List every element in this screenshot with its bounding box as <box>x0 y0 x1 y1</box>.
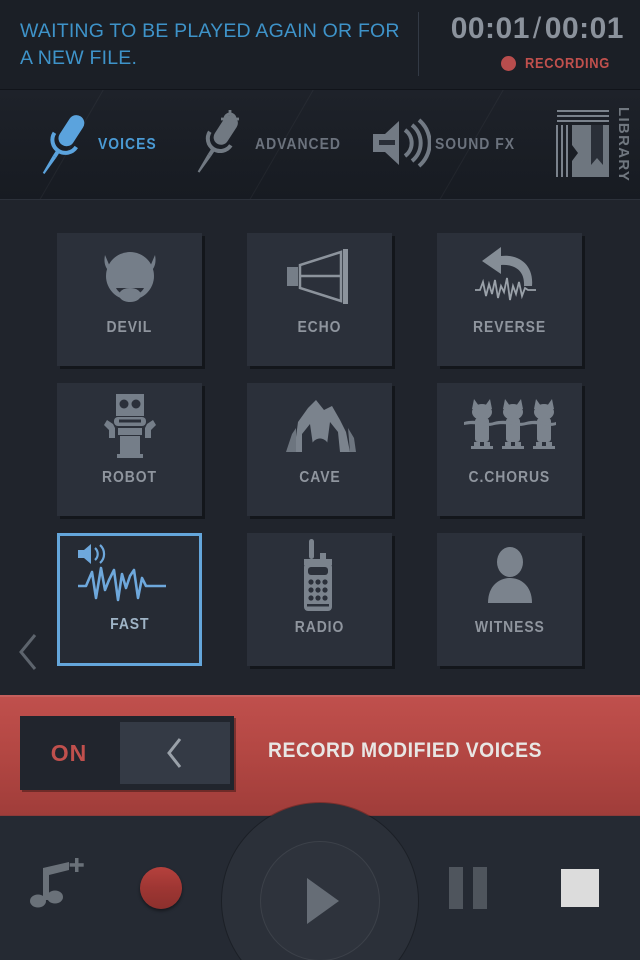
book-bookmark-icon <box>553 103 613 188</box>
toggle-knob[interactable] <box>120 722 230 784</box>
record-circle-icon <box>140 867 182 909</box>
tile-cchorus[interactable]: C.CHORUS <box>437 383 582 516</box>
music-note-plus-icon <box>25 856 87 921</box>
tile-radio-label: RADIO <box>294 619 345 636</box>
timer-current: 00:01 <box>450 12 530 45</box>
tile-robot[interactable]: ROBOT <box>57 383 202 516</box>
chevron-left-icon[interactable] <box>14 630 44 674</box>
status-bar: WAITING TO BE PLAYED AGAIN OR FOR A NEW … <box>0 0 640 90</box>
play-triangle-icon <box>307 878 339 924</box>
stop-button[interactable] <box>540 848 620 928</box>
voice-changer-app: WAITING TO BE PLAYED AGAIN OR FOR A NEW … <box>0 0 640 960</box>
tile-fast-label: FAST <box>109 616 150 633</box>
megaphone-icon <box>247 233 392 319</box>
tab-voices[interactable]: VOICES <box>0 90 163 199</box>
tile-devil-label: DEVIL <box>106 319 153 336</box>
nav-bar: VOICES ADVANCED SOUND FX LIBRARY <box>0 90 640 200</box>
tile-echo[interactable]: ECHO <box>247 233 392 366</box>
tab-advanced-label: ADVANCED <box>255 136 342 153</box>
tile-cave[interactable]: CAVE <box>247 383 392 516</box>
robot-icon <box>57 383 202 469</box>
tile-row: DEVIL ECHO REVERSE <box>57 233 584 366</box>
record-dot-icon <box>501 56 517 71</box>
record-modified-toggle[interactable]: ON <box>20 716 234 790</box>
tile-witness-label: WITNESS <box>474 619 545 636</box>
devil-face-icon <box>57 233 202 319</box>
recording-label: RECORDING <box>525 55 611 72</box>
tab-voices-label: VOICES <box>98 136 157 153</box>
tile-devil[interactable]: DEVIL <box>57 233 202 366</box>
tile-witness[interactable]: WITNESS <box>437 533 582 666</box>
record-modified-title: RECORD MODIFIED VOICES <box>268 739 543 762</box>
stop-square-icon <box>561 869 599 907</box>
tile-reverse-label: REVERSE <box>473 319 546 336</box>
add-music-button[interactable] <box>16 848 96 928</box>
tab-soundfx[interactable]: SOUND FX <box>351 90 524 199</box>
tab-soundfx-label: SOUND FX <box>434 136 515 153</box>
tab-advanced[interactable]: ADVANCED <box>163 90 351 199</box>
tile-cchorus-label: C.CHORUS <box>468 469 551 486</box>
tile-row: FAST RADIO WITNESS <box>57 533 584 666</box>
microphone-gear-icon <box>185 102 251 189</box>
effects-grid-area: DEVIL ECHO REVERSE ROBOT CAVE C.CHORUS F… <box>0 200 640 695</box>
tile-echo-label: ECHO <box>297 319 342 336</box>
effects-tile-grid: DEVIL ECHO REVERSE ROBOT CAVE C.CHORUS F… <box>57 233 584 683</box>
timer-total: 00:01 <box>544 12 624 45</box>
toggle-state-label: ON <box>50 739 88 766</box>
chevron-left-icon <box>167 738 182 768</box>
tab-library-label: LIBRARY <box>615 107 632 183</box>
transport-bar <box>0 803 640 960</box>
person-silhouette-icon <box>437 533 582 619</box>
tile-radio[interactable]: RADIO <box>247 533 392 666</box>
tile-cave-label: CAVE <box>298 469 341 486</box>
status-divider <box>418 12 419 76</box>
speaker-waves-icon <box>369 114 432 177</box>
tile-reverse[interactable]: REVERSE <box>437 233 582 366</box>
recording-indicator: RECORDING <box>501 55 624 72</box>
speaker-wave-fast-icon <box>60 536 199 616</box>
cave-mountain-icon <box>247 383 392 469</box>
play-button[interactable] <box>222 803 418 960</box>
three-cats-icon <box>437 383 582 469</box>
status-message: WAITING TO BE PLAYED AGAIN OR FOR A NEW … <box>20 20 400 69</box>
reverse-arrow-wave-icon <box>437 233 582 319</box>
record-modified-voices-bar: ON RECORD MODIFIED VOICES <box>0 695 640 815</box>
tile-row: ROBOT CAVE C.CHORUS <box>57 383 584 516</box>
record-button[interactable] <box>110 848 212 928</box>
walkie-talkie-icon <box>247 533 392 619</box>
tile-robot-label: ROBOT <box>102 469 157 486</box>
microphone-icon <box>28 102 94 189</box>
pause-button[interactable] <box>428 848 508 928</box>
tab-library[interactable]: LIBRARY <box>553 90 636 199</box>
timer-display: 00:01/00:01 <box>451 12 624 46</box>
pause-icon <box>449 867 487 909</box>
play-button-inner <box>260 841 380 960</box>
timer-separator: / <box>532 12 542 45</box>
tile-fast[interactable]: FAST <box>57 533 202 666</box>
